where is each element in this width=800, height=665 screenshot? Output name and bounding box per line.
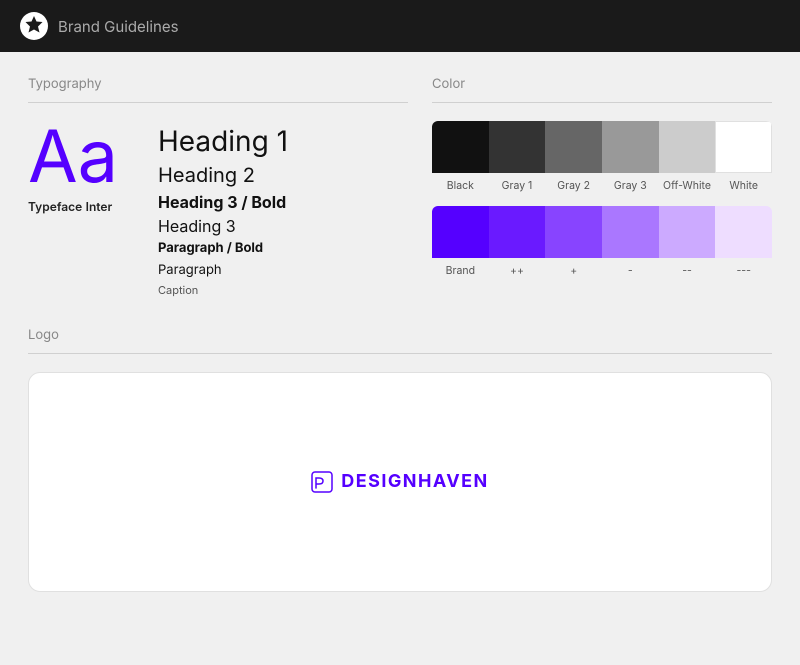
paragraph-sample: Paragraph [158, 261, 288, 281]
nav-logo: Brand Guidelines [20, 12, 179, 40]
top-nav: Brand Guidelines [0, 0, 800, 52]
logo-card: DESIGNHAVEN [28, 372, 772, 592]
typeface-label: Typeface Inter [28, 199, 112, 214]
color-title: Color [432, 76, 772, 92]
logo-inner: DESIGNHAVEN [311, 471, 488, 493]
paragraph-bold-sample: Paragraph / Bold [158, 239, 288, 259]
brand-swatch-___: --- [715, 206, 772, 277]
brand-swatch-brand: Brand [432, 206, 489, 277]
color-swatch-gray-3: Gray 3 [602, 121, 659, 192]
typography-section: Typography Aa Typeface Inter Heading 1 H… [28, 76, 408, 299]
brand-color-row: Brand ++ + - -- --- [432, 206, 772, 277]
logo-title: Logo [28, 327, 772, 343]
brand-swatch-_: + [545, 206, 602, 277]
logo-divider [28, 353, 772, 354]
nav-logo-icon [20, 12, 48, 40]
typeface-label-text: Typeface [28, 199, 82, 214]
big-aa: Aa [28, 121, 118, 193]
h2-sample: Heading 2 [158, 161, 288, 189]
main-content: Typography Aa Typeface Inter Heading 1 H… [0, 52, 800, 665]
h1-sample: Heading 1 [158, 125, 288, 159]
color-swatch-gray-2: Gray 2 [545, 121, 602, 192]
typeface-name: Inter [86, 199, 113, 214]
brand-bold: Brand [58, 17, 100, 36]
logo-text: DESIGNHAVEN [341, 471, 488, 492]
color-swatch-off-white: Off-White [659, 121, 716, 192]
caption-sample: Caption [158, 282, 288, 299]
color-divider [432, 102, 772, 103]
brand-swatch-_: - [602, 206, 659, 277]
neutral-color-group: Black Gray 1 Gray 2 Gray 3 Off-White Whi… [432, 121, 772, 192]
color-swatch-white: White [715, 121, 772, 192]
typography-title: Typography [28, 76, 408, 92]
color-swatch-black: Black [432, 121, 489, 192]
type-specimen: Aa Typeface Inter [28, 121, 138, 214]
h3-sample: Heading 3 [158, 215, 288, 237]
logo-section: Logo DESIGNHAVEN [28, 327, 772, 592]
typography-divider [28, 102, 408, 103]
nav-brand: Brand Guidelines [58, 17, 179, 36]
brand-color-group: Brand ++ + - -- --- [432, 206, 772, 277]
typography-content: Aa Typeface Inter Heading 1 Heading 2 He… [28, 121, 408, 299]
type-scale: Heading 1 Heading 2 Heading 3 / Bold Hea… [158, 121, 288, 299]
color-section: Color Black Gray 1 Gray 2 Gray 3 Off-Whi… [432, 76, 772, 299]
color-swatch-gray-1: Gray 1 [489, 121, 546, 192]
brand-light: Guidelines [100, 17, 179, 36]
logo-icon [311, 471, 333, 493]
sections-row: Typography Aa Typeface Inter Heading 1 H… [28, 76, 772, 299]
brand-swatch-__: ++ [489, 206, 546, 277]
h3-bold-sample: Heading 3 / Bold [158, 191, 288, 213]
brand-swatch-__: -- [659, 206, 716, 277]
